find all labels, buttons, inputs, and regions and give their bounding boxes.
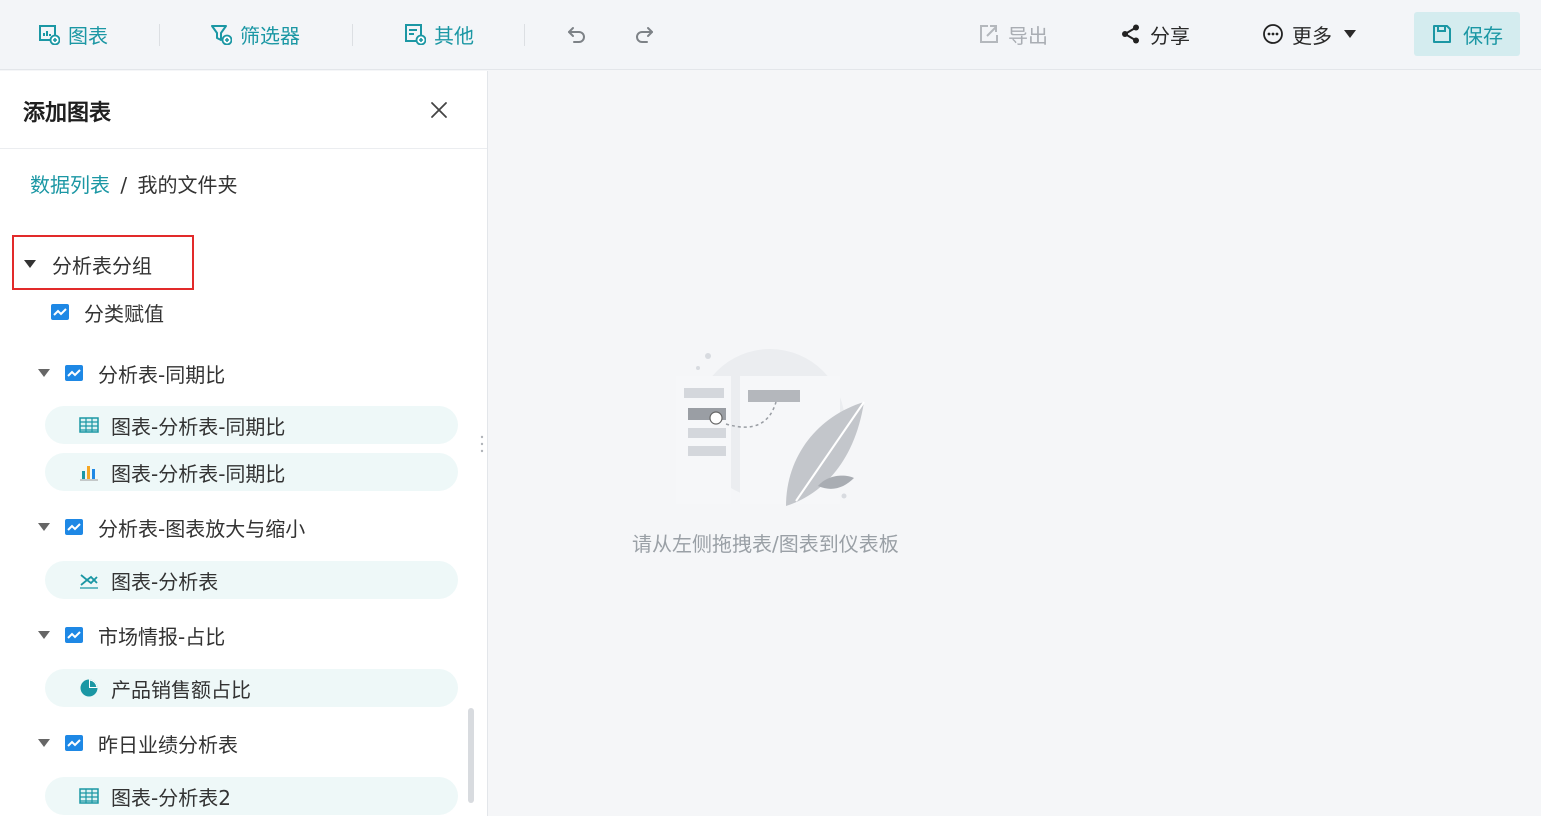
add-chart-panel: 添加图表 数据列表 / 我的文件夹 分析表分组 分类赋值 分析表-同期比 图表-… bbox=[0, 71, 488, 816]
analysis-table-icon bbox=[65, 627, 83, 643]
chevron-down-icon bbox=[1344, 30, 1356, 38]
caret-down-icon bbox=[38, 523, 50, 531]
tree-node-label: 分析表-同期比 bbox=[98, 362, 226, 387]
bar-chart-icon bbox=[80, 466, 98, 481]
close-icon[interactable] bbox=[428, 99, 450, 121]
tree-item-label: 分类赋值 bbox=[84, 301, 164, 326]
save-icon bbox=[1433, 25, 1451, 43]
breadcrumb-separator: / bbox=[120, 173, 128, 197]
more-dots-icon bbox=[1263, 24, 1283, 44]
export-button[interactable]: 导出 bbox=[978, 20, 1048, 48]
add-filter-label: 筛选器 bbox=[240, 23, 300, 48]
breadcrumb: 数据列表 / 我的文件夹 bbox=[30, 169, 237, 198]
empty-dashboard-illustration bbox=[676, 349, 865, 506]
breadcrumb-current: 我的文件夹 bbox=[137, 173, 238, 197]
save-label: 保存 bbox=[1463, 23, 1503, 48]
empty-canvas-hint: 请从左侧拖拽表/图表到仪表板 bbox=[632, 532, 899, 556]
analysis-table-icon bbox=[65, 735, 83, 751]
table-icon bbox=[79, 788, 99, 804]
resize-handle-icon[interactable] bbox=[480, 434, 484, 454]
undo-icon bbox=[568, 27, 585, 43]
analysis-table-icon bbox=[51, 304, 69, 320]
share-icon bbox=[1122, 24, 1139, 44]
breadcrumb-data-list[interactable]: 数据列表 bbox=[30, 173, 110, 197]
table-icon bbox=[79, 417, 99, 433]
save-button[interactable]: 保存 bbox=[1414, 12, 1520, 56]
pie-chart-icon bbox=[80, 679, 98, 697]
add-chart-button[interactable]: 图表 bbox=[38, 20, 108, 48]
share-button[interactable]: 分享 bbox=[1120, 20, 1190, 48]
redo-icon bbox=[636, 27, 653, 43]
redo-button[interactable] bbox=[633, 20, 663, 48]
tree-group-analysis[interactable]: 分析表分组 bbox=[24, 249, 152, 279]
tree-item-category[interactable]: 分类赋值 bbox=[50, 297, 164, 327]
chart-item[interactable]: 图表-分析表2 bbox=[45, 777, 458, 815]
tree-node-label: 市场情报-占比 bbox=[98, 624, 226, 649]
chart-item-label: 图表-分析表-同期比 bbox=[111, 461, 286, 486]
add-filter-button[interactable]: 筛选器 bbox=[210, 20, 300, 48]
top-toolbar: 图表 筛选器 其他 导出 分享 更多 保存 bbox=[0, 0, 1541, 70]
filter-add-icon bbox=[211, 25, 232, 45]
add-other-button[interactable]: 其他 bbox=[404, 20, 474, 48]
chart-item-label: 产品销售额占比 bbox=[111, 677, 251, 702]
add-other-label: 其他 bbox=[434, 23, 474, 48]
chart-item[interactable]: 图表-分析表 bbox=[45, 561, 458, 599]
caret-down-icon bbox=[38, 369, 50, 377]
chart-add-icon bbox=[39, 25, 60, 45]
toolbar-divider bbox=[159, 24, 160, 46]
add-chart-label: 图表 bbox=[68, 23, 108, 48]
caret-down-icon bbox=[38, 739, 50, 747]
tree-node-market[interactable]: 市场情报-占比 bbox=[38, 620, 225, 650]
toolbar-divider bbox=[524, 24, 525, 46]
share-label: 分享 bbox=[1150, 23, 1190, 48]
chart-item-label: 图表-分析表-同期比 bbox=[111, 414, 286, 439]
cross-line-icon bbox=[80, 574, 98, 589]
chart-item[interactable]: 图表-分析表-同期比 bbox=[45, 453, 458, 491]
undo-button[interactable] bbox=[566, 20, 596, 48]
toolbar-divider bbox=[352, 24, 353, 46]
more-menu-button[interactable]: 更多 bbox=[1262, 20, 1356, 48]
analysis-table-icon bbox=[65, 519, 83, 535]
chart-item[interactable]: 图表-分析表-同期比 bbox=[45, 406, 458, 444]
tree-node-yoy[interactable]: 分析表-同期比 bbox=[38, 358, 225, 388]
chart-item[interactable]: 产品销售额占比 bbox=[45, 669, 458, 707]
tree-group-label: 分析表分组 bbox=[52, 253, 152, 278]
widget-add-icon bbox=[405, 24, 426, 45]
panel-header: 添加图表 bbox=[0, 71, 487, 149]
chart-item-label: 图表-分析表 bbox=[111, 569, 219, 594]
more-label: 更多 bbox=[1292, 23, 1332, 48]
tree-node-zoom[interactable]: 分析表-图表放大与缩小 bbox=[38, 512, 305, 542]
tree-node-label: 昨日业绩分析表 bbox=[98, 732, 238, 757]
export-icon bbox=[980, 25, 998, 43]
caret-down-icon bbox=[24, 260, 36, 268]
analysis-table-icon bbox=[65, 365, 83, 381]
panel-scrollbar[interactable] bbox=[468, 708, 474, 803]
tree-node-label: 分析表-图表放大与缩小 bbox=[98, 516, 306, 541]
export-label: 导出 bbox=[1008, 23, 1048, 48]
tree-node-yesterday[interactable]: 昨日业绩分析表 bbox=[38, 728, 238, 758]
panel-title: 添加图表 bbox=[23, 101, 112, 126]
chart-item-label: 图表-分析表2 bbox=[111, 785, 231, 810]
caret-down-icon bbox=[38, 631, 50, 639]
